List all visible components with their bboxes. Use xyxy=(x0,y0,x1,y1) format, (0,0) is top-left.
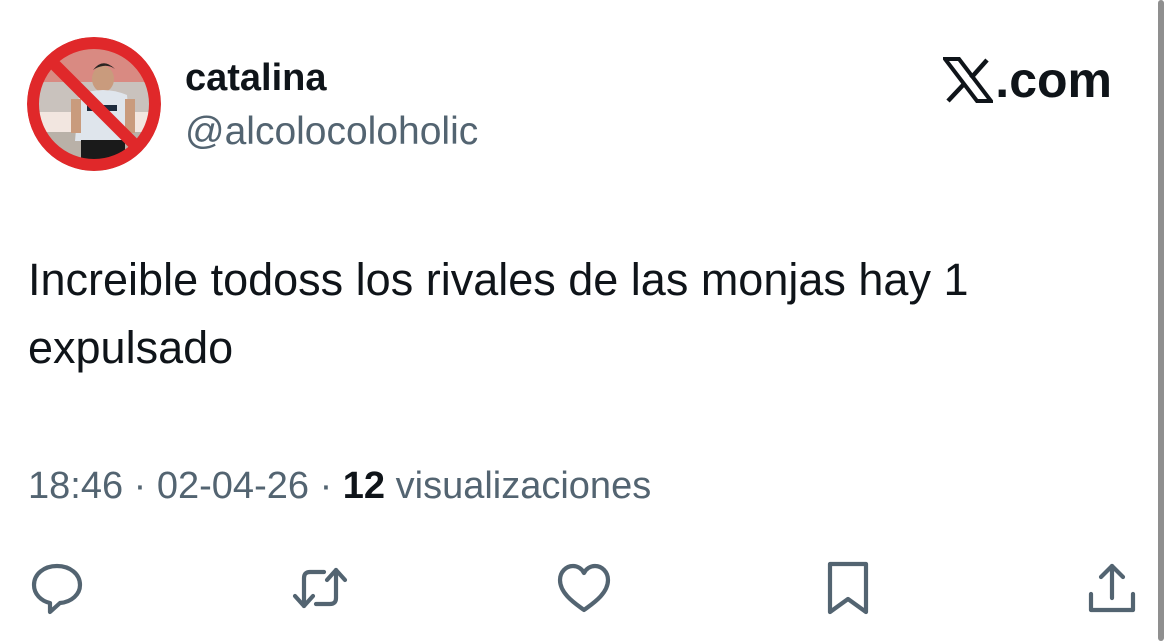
avatar[interactable] xyxy=(27,37,161,171)
share-icon xyxy=(1088,563,1136,613)
brand-watermark: .com xyxy=(943,50,1112,110)
tweet-text-line: Increible todoss los rivales de las monj… xyxy=(28,254,969,305)
views-label: visualizaciones xyxy=(395,465,652,507)
share-button[interactable] xyxy=(1082,558,1142,618)
views-count: 12 xyxy=(342,465,386,507)
bookmark-button[interactable] xyxy=(818,558,878,618)
tweet-text: Increible todoss los rivales de las monj… xyxy=(28,246,1128,382)
retweet-icon xyxy=(292,567,348,609)
tweet-date[interactable]: 02-04-26 xyxy=(157,465,309,507)
avatar-image xyxy=(27,37,161,171)
like-button[interactable] xyxy=(554,558,614,618)
like-icon xyxy=(557,563,611,613)
bookmark-icon xyxy=(827,561,869,615)
retweet-button[interactable] xyxy=(290,558,350,618)
separator: · xyxy=(319,465,333,507)
tweet-meta: 18:46 · 02-04-26 · 12 visualizaciones xyxy=(28,462,651,510)
user-handle[interactable]: @alcolocoloholic xyxy=(185,109,478,155)
reply-button[interactable] xyxy=(27,558,87,618)
display-name[interactable]: catalina xyxy=(185,56,327,100)
reply-icon xyxy=(31,563,83,615)
separator: · xyxy=(133,465,147,507)
tweet-text-line: expulsado xyxy=(28,322,234,373)
scrollbar[interactable] xyxy=(1158,0,1164,641)
tweet-time[interactable]: 18:46 xyxy=(28,465,123,507)
brand-label: .com xyxy=(995,52,1112,108)
x-logo-icon xyxy=(943,57,994,103)
